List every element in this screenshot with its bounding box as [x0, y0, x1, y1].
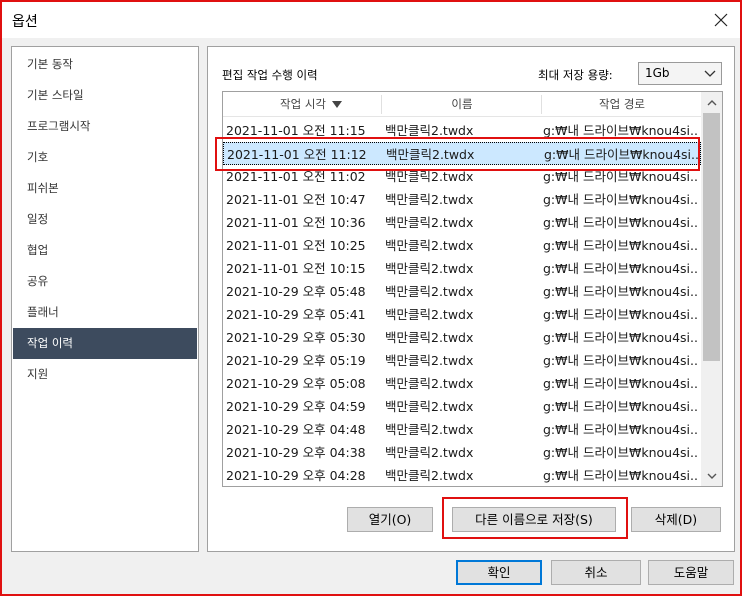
sidebar-item[interactable]: 기본 스타일 — [13, 80, 197, 111]
close-icon — [714, 13, 728, 27]
row-path: g:₩내 드라이브₩knou4si... — [543, 261, 698, 276]
row-name: 백만클릭2.twdx — [385, 468, 474, 483]
chevron-down-icon — [704, 70, 716, 77]
row-name: 백만클릭2.twdx — [385, 399, 474, 414]
sidebar-item[interactable]: 일정 — [13, 204, 197, 235]
row-path: g:₩내 드라이브₩knou4si... — [543, 445, 698, 460]
row-time: 2021-11-01 오전 10:15 — [226, 261, 366, 276]
column-divider — [541, 95, 542, 114]
table-row[interactable]: 2021-11-01 오전 10:47 백만클릭2.twdx g:₩내 드라이브₩k… — [223, 188, 701, 211]
table-row[interactable]: 2021-10-29 오후 04:48 백만클릭2.twdx g:₩내 드라이브₩k… — [223, 418, 701, 441]
chevron-down-icon — [707, 473, 716, 479]
sidebar-item[interactable]: 협업 — [13, 235, 197, 266]
scroll-thumb[interactable] — [703, 113, 720, 361]
history-panel: 편집 작업 수행 이력 최대 저장 용량: 1Gb 작업 시각 이름 작업 경로… — [207, 46, 735, 552]
scroll-up-button[interactable] — [701, 92, 722, 113]
row-time: 2021-10-29 오후 05:19 — [226, 353, 366, 368]
title-bar: 옵션 — [2, 2, 740, 38]
sidebar-item[interactable]: 기호 — [13, 142, 197, 173]
column-divider — [381, 95, 382, 114]
table-row[interactable]: 2021-10-29 오후 04:38 백만클릭2.twdx g:₩내 드라이브₩k… — [223, 441, 701, 464]
row-name: 백만클릭2.twdx — [385, 261, 474, 276]
options-dialog: 옵션 기본 동작 기본 스타일 프로그램시작 기호 피쉬본 일정 협업 공유 플래너 작업 이력 지… — [0, 0, 742, 596]
row-name: 백만클릭2.twdx — [385, 422, 474, 437]
column-header-time[interactable]: 작업 시각 — [223, 92, 383, 117]
row-time: 2021-11-01 오전 10:25 — [226, 238, 366, 253]
row-path: g:₩내 드라이브₩knou4si... — [543, 238, 698, 253]
row-path: g:₩내 드라이브₩knou4si... — [543, 422, 698, 437]
help-button[interactable]: 도움말 — [648, 560, 734, 585]
row-time: 2021-10-29 오후 05:30 — [226, 330, 366, 345]
sidebar-item[interactable]: 지원 — [13, 359, 197, 390]
table-row[interactable]: 2021-11-01 오전 10:25 백만클릭2.twdx g:₩내 드라이브₩k… — [223, 234, 701, 257]
row-time: 2021-10-29 오후 05:41 — [226, 307, 366, 322]
row-time: 2021-10-29 오후 04:59 — [226, 399, 366, 414]
chevron-up-icon — [707, 99, 716, 105]
open-button[interactable]: 열기(O) — [347, 507, 433, 532]
row-name: 백만클릭2.twdx — [385, 353, 474, 368]
annotation-highlight-selected-row — [215, 137, 700, 171]
scroll-down-button[interactable] — [701, 465, 722, 486]
row-time: 2021-10-29 오후 05:08 — [226, 376, 366, 391]
delete-button[interactable]: 삭제(D) — [631, 507, 721, 532]
row-time: 2021-11-01 오전 10:36 — [226, 215, 366, 230]
cancel-button[interactable]: 취소 — [551, 560, 641, 585]
sort-desc-icon — [332, 101, 342, 108]
sidebar-item[interactable]: 플래너 — [13, 297, 197, 328]
ok-button[interactable]: 확인 — [456, 560, 542, 585]
row-time: 2021-11-01 오전 10:47 — [226, 192, 366, 207]
annotation-highlight-save-as — [442, 497, 628, 539]
row-name: 백만클릭2.twdx — [385, 215, 474, 230]
close-button[interactable] — [706, 6, 736, 34]
row-name: 백만클릭2.twdx — [385, 192, 474, 207]
dialog-title: 옵션 — [12, 14, 38, 30]
row-path: g:₩내 드라이브₩knou4si... — [543, 284, 698, 299]
history-section-label: 편집 작업 수행 이력 — [222, 68, 318, 82]
row-name: 백만클릭2.twdx — [385, 284, 474, 299]
row-name: 백만클릭2.twdx — [385, 238, 474, 253]
row-time: 2021-10-29 오후 04:28 — [226, 468, 366, 483]
vertical-scrollbar[interactable] — [701, 92, 722, 486]
table-row[interactable]: 2021-11-01 오전 10:36 백만클릭2.twdx g:₩내 드라이브₩k… — [223, 211, 701, 234]
row-time: 2021-10-29 오후 05:48 — [226, 284, 366, 299]
row-name: 백만클릭2.twdx — [385, 376, 474, 391]
sidebar-item[interactable]: 작업 이력 — [13, 328, 197, 359]
row-path: g:₩내 드라이브₩knou4si... — [543, 399, 698, 414]
table-row[interactable]: 2021-10-29 오후 05:08 백만클릭2.twdx g:₩내 드라이브₩k… — [223, 372, 701, 395]
column-header-path[interactable]: 작업 경로 — [543, 92, 701, 117]
row-name: 백만클릭2.twdx — [385, 330, 474, 345]
table-row[interactable]: 2021-10-29 오후 05:48 백만클릭2.twdx g:₩내 드라이브₩k… — [223, 280, 701, 303]
row-name: 백만클릭2.twdx — [385, 445, 474, 460]
sidebar-item[interactable]: 공유 — [13, 266, 197, 297]
capacity-select[interactable]: 1Gb — [638, 62, 722, 85]
row-time: 2021-10-29 오후 04:38 — [226, 445, 366, 460]
sidebar-item[interactable]: 기본 동작 — [13, 49, 197, 80]
row-time: 2021-10-29 오후 04:48 — [226, 422, 366, 437]
row-path: g:₩내 드라이브₩knou4si... — [543, 192, 698, 207]
row-path: g:₩내 드라이브₩knou4si... — [543, 376, 698, 391]
table-row[interactable]: 2021-10-29 오후 04:59 백만클릭2.twdx g:₩내 드라이브₩k… — [223, 395, 701, 418]
sidebar-item[interactable]: 프로그램시작 — [13, 111, 197, 142]
row-path: g:₩내 드라이브₩knou4si... — [543, 353, 698, 368]
table-row[interactable]: 2021-10-29 오후 04:28 백만클릭2.twdx g:₩내 드라이브₩k… — [223, 464, 701, 486]
table-row[interactable]: 2021-10-29 오후 05:41 백만클릭2.twdx g:₩내 드라이브₩k… — [223, 303, 701, 326]
table-row[interactable]: 2021-10-29 오후 05:19 백만클릭2.twdx g:₩내 드라이브₩k… — [223, 349, 701, 372]
table-row[interactable]: 2021-10-29 오후 05:30 백만클릭2.twdx g:₩내 드라이브₩k… — [223, 326, 701, 349]
sidebar-item[interactable]: 피쉬본 — [13, 173, 197, 204]
capacity-value: 1Gb — [645, 66, 670, 80]
capacity-label: 최대 저장 용량: — [538, 68, 613, 82]
sidebar: 기본 동작 기본 스타일 프로그램시작 기호 피쉬본 일정 협업 공유 플래너 작업 이력 지원 — [11, 46, 199, 552]
column-header-name[interactable]: 이름 — [383, 92, 541, 117]
row-path: g:₩내 드라이브₩knou4si... — [543, 468, 698, 483]
list-header: 작업 시각 이름 작업 경로 — [223, 92, 701, 117]
row-path: g:₩내 드라이브₩knou4si... — [543, 330, 698, 345]
table-row[interactable]: 2021-11-01 오전 10:15 백만클릭2.twdx g:₩내 드라이브₩k… — [223, 257, 701, 280]
row-name: 백만클릭2.twdx — [385, 307, 474, 322]
row-path: g:₩내 드라이브₩knou4si... — [543, 215, 698, 230]
row-path: g:₩내 드라이브₩knou4si... — [543, 307, 698, 322]
